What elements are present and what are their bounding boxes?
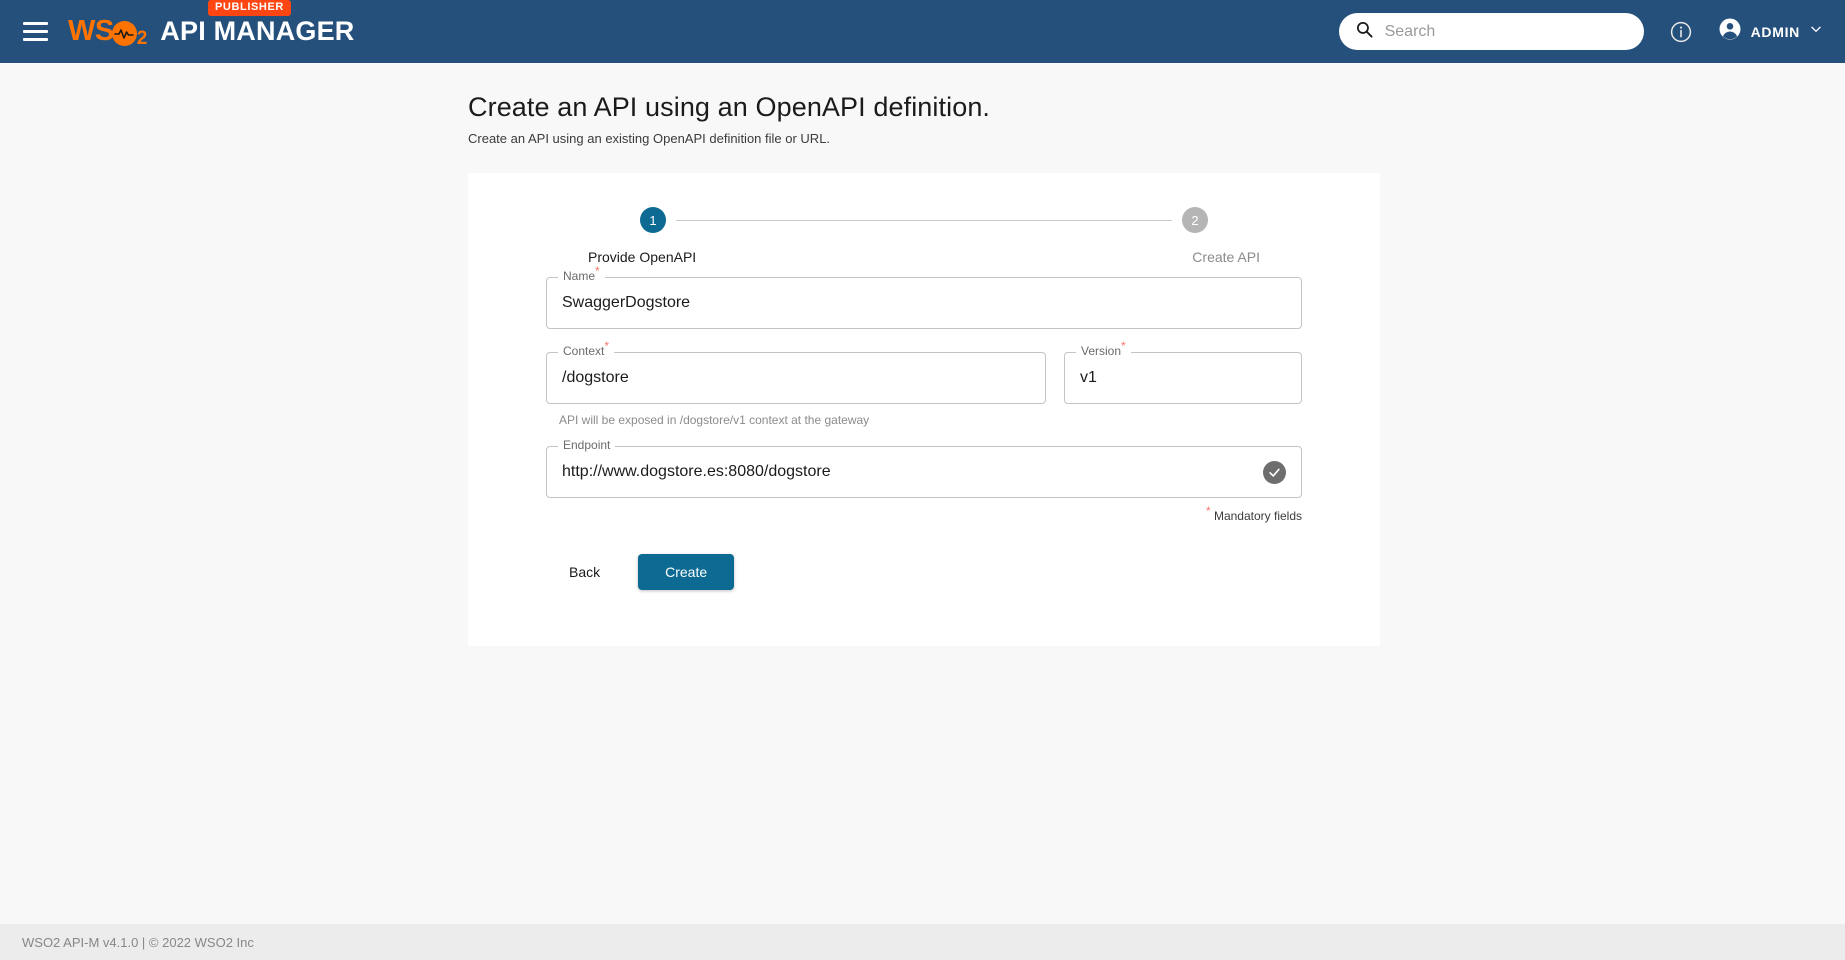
context-column: Context* API will be exposed in /dogstor… [546, 340, 1046, 427]
stepper: 1 2 Provide OpenAPI Create API [528, 207, 1320, 277]
search-input[interactable] [1384, 22, 1628, 41]
app-header: WS 2 API MANAGER PUBLISHER Search ADMIN [0, 0, 1845, 63]
context-field-label: Context* [558, 340, 615, 358]
mandatory-fields-note: * Mandatory fields [546, 505, 1302, 523]
page-title: Create an API using an OpenAPI definitio… [468, 92, 991, 122]
create-button[interactable]: Create [638, 554, 735, 590]
stepper-step-1-circle[interactable]: 1 [640, 207, 666, 233]
brand-logo[interactable]: WS 2 API MANAGER PUBLISHER [68, 0, 355, 49]
form-actions: Back Create [546, 554, 1302, 590]
page-subtitle: Create an API using an existing OpenAPI … [468, 131, 831, 146]
publisher-badge: PUBLISHER [208, 0, 291, 16]
search-icon [1355, 20, 1374, 44]
footer-text: WSO2 API-M v4.1.0 | © 2022 WSO2 Inc [22, 934, 254, 950]
version-required-star: * [1121, 339, 1126, 353]
context-helper-text: API will be exposed in /dogstore/v1 cont… [559, 413, 870, 427]
hamburger-bar [22, 38, 48, 41]
search-box[interactable] [1338, 13, 1644, 50]
account-circle-icon [1718, 17, 1742, 46]
stepper-step-1-label: Provide OpenAPI [588, 249, 697, 265]
user-name-label: ADMIN [1750, 23, 1800, 40]
chevron-down-icon [1809, 22, 1823, 41]
stepper-step-1-number: 1 [649, 212, 657, 228]
endpoint-field-label: Endpoint [558, 439, 616, 451]
create-api-form: Name* Context* API will be exposed in /d… [546, 265, 1302, 590]
version-field-label-text: Version [1081, 344, 1122, 358]
context-field[interactable]: Context* [546, 340, 1046, 404]
mandatory-note-star: * [1205, 504, 1211, 518]
page-body: Create an API using an OpenAPI definitio… [0, 63, 1845, 924]
hamburger-bar [22, 30, 48, 33]
endpoint-wrapper: Endpoint [546, 439, 1302, 498]
version-input[interactable] [1080, 369, 1286, 387]
name-input[interactable] [562, 294, 1286, 312]
version-field-label: Version* [1076, 340, 1131, 358]
brand-ws-text: WS [68, 15, 114, 47]
brand-product-name: API MANAGER [160, 16, 355, 46]
stepper-track: 1 2 [528, 207, 1320, 233]
hamburger-menu-icon[interactable] [18, 15, 52, 49]
name-field[interactable]: Name* [546, 265, 1302, 329]
name-field-label-text: Name [563, 269, 596, 283]
brand-subscript-2: 2 [136, 28, 148, 49]
app-footer: WSO2 API-M v4.1.0 | © 2022 WSO2 Inc [0, 924, 1845, 960]
version-column: Version* [1064, 340, 1302, 427]
stepper-step-2-number: 2 [1191, 212, 1199, 228]
mandatory-note-text: Mandatory fields [1213, 509, 1302, 523]
stepper-step-2-circle[interactable]: 2 [1182, 207, 1208, 233]
create-api-card: 1 2 Provide OpenAPI Create API Name* Swa… [468, 173, 1380, 646]
check-circle-icon[interactable] [1263, 460, 1286, 484]
back-button[interactable]: Back [546, 555, 623, 589]
context-version-row: Context* API will be exposed in /dogstor… [546, 340, 1302, 427]
user-menu[interactable]: ADMIN [1718, 17, 1823, 46]
context-required-star: * [604, 339, 610, 353]
endpoint-input[interactable] [562, 463, 1253, 481]
name-field-label: Name* [558, 265, 605, 283]
context-input[interactable] [562, 369, 1030, 387]
wso2-pulse-orb-icon [111, 21, 137, 46]
stepper-labels: Provide OpenAPI Create API [528, 249, 1320, 265]
context-field-label-text: Context [563, 344, 605, 358]
stepper-connector-line [676, 219, 1172, 221]
hamburger-bar [22, 22, 48, 25]
name-required-star: * [595, 264, 600, 278]
version-field[interactable]: Version* [1064, 340, 1302, 404]
endpoint-field[interactable]: Endpoint [546, 439, 1302, 498]
stepper-step-2-label: Create API [1192, 249, 1260, 265]
info-circle-icon[interactable] [1662, 13, 1700, 51]
